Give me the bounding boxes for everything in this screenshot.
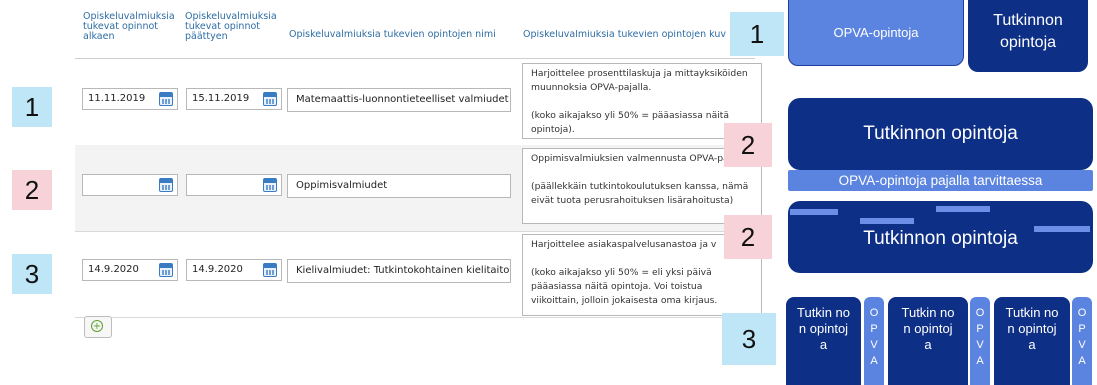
- start-date-input[interactable]: 14.9.2020: [82, 259, 178, 281]
- description-line: Harjoittelee asiakaspalvelusanastoa ja v: [531, 239, 717, 250]
- description-note: (päällekkäin tutkintokoulutuksen kanssa,…: [531, 181, 749, 206]
- start-date-value: 14.9.2020: [88, 264, 139, 275]
- diagram-badge-2a: 2: [724, 123, 772, 167]
- opva-vertical-block: O P V A: [1072, 297, 1092, 385]
- tutkinnon-block: Tutkinnon opintoja: [788, 98, 1093, 170]
- badge-3: 3: [12, 254, 52, 294]
- start-date-value: 11.11.2019: [88, 93, 146, 104]
- table-row: Oppimisvalmiudet Oppimisvalmiuksien valm…: [75, 145, 762, 232]
- description-line: Oppimisvalmiuksien valmennusta OPVA-paja…: [531, 153, 748, 164]
- opva-segment: [790, 209, 838, 215]
- description-note: (koko aikajakso yli 50% = eli yksi päivä…: [531, 267, 718, 306]
- end-date-value: 15.11.2019: [192, 93, 250, 104]
- calendar-icon[interactable]: [159, 92, 173, 106]
- opva-vertical-block: O P V A: [864, 297, 884, 385]
- diagram-badge-3: 3: [722, 313, 776, 365]
- end-date-input[interactable]: 14.9.2020: [186, 259, 282, 281]
- study-name-input[interactable]: Oppimisvalmiudet: [287, 174, 511, 198]
- start-date-input[interactable]: 11.11.2019: [82, 88, 178, 110]
- badge-2: 2: [12, 170, 52, 210]
- end-date-value: 14.9.2020: [192, 264, 243, 275]
- diagram-badge-1: 1: [730, 12, 784, 56]
- opva-segment: [860, 218, 914, 224]
- opva-pajalla-bar: OPVA-opintoja pajalla tarvittaessa: [788, 170, 1093, 191]
- description-note: (koko aikajakso yli 50% = pääasiassa näi…: [531, 110, 730, 135]
- tutkinnon-small-block: Tutkin non opintoj a: [994, 297, 1070, 385]
- opva-segment: [1034, 226, 1090, 232]
- table-row: 14.9.2020 14.9.2020 Kielivalmiudet: Tutk…: [75, 231, 762, 318]
- badge-1: 1: [12, 87, 52, 127]
- calendar-icon[interactable]: [159, 178, 173, 192]
- end-date-input[interactable]: [186, 174, 282, 196]
- header-description: Opiskeluvalmiuksia tukevien opintojen ku…: [523, 30, 727, 40]
- tutkinnon-small-block: Tutkin non opintoj a: [888, 297, 968, 385]
- header-name: Opiskeluvalmiuksia tukevien opintojen ni…: [289, 29, 496, 40]
- header-end-date: Opiskeluvalmiuksia tukevat opinnot päätt…: [185, 11, 277, 42]
- tutkinnon-block-short: Tutkinnon opintoja: [968, 0, 1088, 72]
- start-date-input[interactable]: [82, 174, 178, 196]
- opva-vertical-block: O P V A: [970, 297, 990, 385]
- end-date-input[interactable]: 15.11.2019: [186, 88, 282, 110]
- opva-block: OPVA-opintoja: [788, 0, 964, 66]
- study-name-input[interactable]: Kielivalmiudet: Tutkintokohtainen kielit…: [287, 259, 511, 283]
- opva-segment: [936, 206, 990, 212]
- calendar-icon[interactable]: [263, 263, 277, 277]
- calendar-icon[interactable]: [159, 263, 173, 277]
- calendar-icon[interactable]: [263, 92, 277, 106]
- tutkinnon-small-block: Tutkin non opintoj a: [786, 297, 861, 385]
- study-name-input[interactable]: Matemaattis-luonnontieteelliset valmiude…: [287, 88, 511, 112]
- calendar-icon[interactable]: [263, 178, 277, 192]
- table-row: 11.11.2019 15.11.2019 Matemaattis-luonno…: [75, 59, 762, 146]
- header-start-date: Opiskeluvalmiuksia tukevat opinnot alkae…: [83, 11, 175, 42]
- add-row-button[interactable]: [84, 316, 112, 338]
- description-line: Harjoittelee prosenttilaskuja ja mittayk…: [531, 68, 748, 93]
- opva-table: Opiskeluvalmiuksia tukevat opinnot alkae…: [75, 0, 762, 345]
- diagram-badge-2b: 2: [724, 215, 772, 259]
